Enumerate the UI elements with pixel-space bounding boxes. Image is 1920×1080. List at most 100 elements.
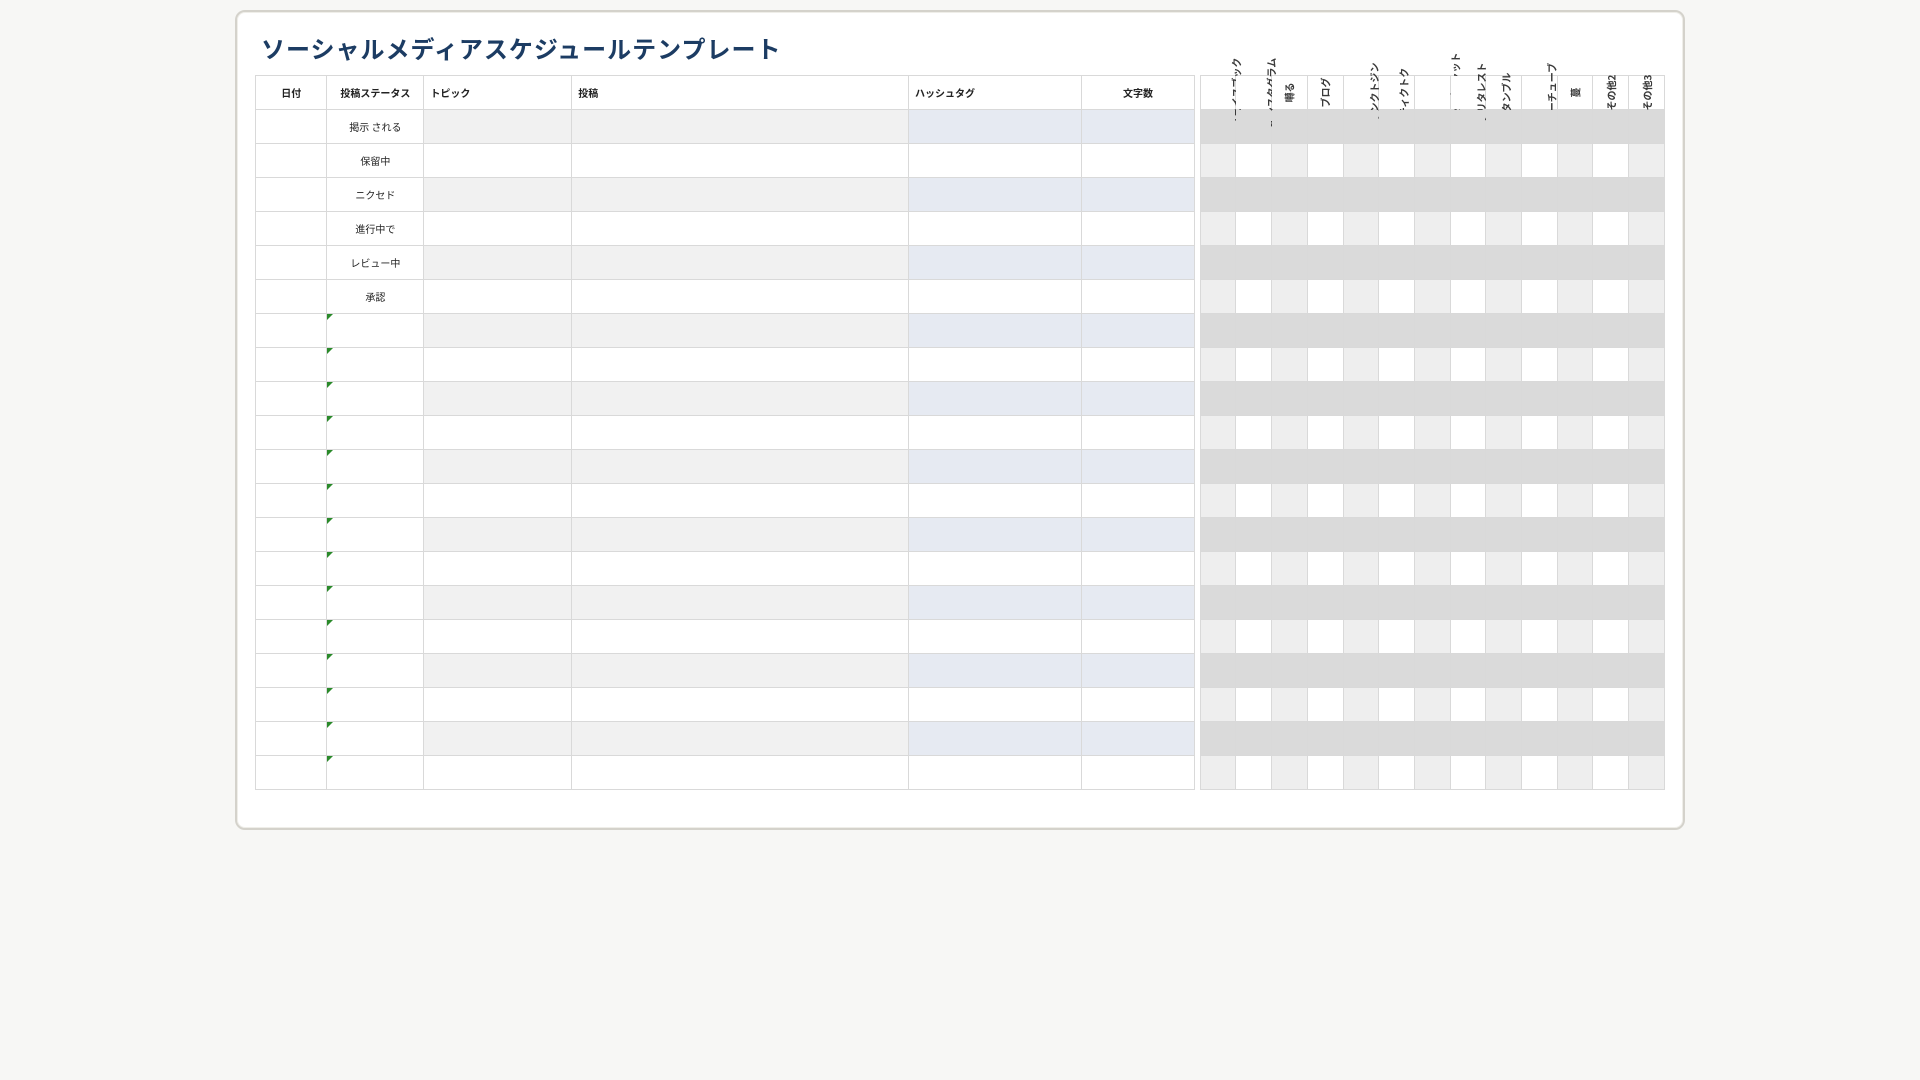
cell-platform[interactable] [1450, 484, 1486, 518]
cell-platform[interactable] [1522, 586, 1558, 620]
cell-platform[interactable] [1379, 688, 1415, 722]
cell-platform[interactable] [1236, 144, 1272, 178]
cell-post[interactable] [572, 620, 909, 654]
cell-platform[interactable] [1593, 212, 1629, 246]
cell-platform[interactable] [1593, 314, 1629, 348]
cell-chars[interactable] [1082, 450, 1194, 484]
cell-platform[interactable] [1343, 552, 1379, 586]
cell-post[interactable] [572, 144, 909, 178]
cell-hashtag[interactable] [908, 348, 1081, 382]
cell-platform[interactable] [1343, 110, 1379, 144]
cell-platform[interactable] [1629, 654, 1665, 688]
cell-platform[interactable] [1200, 518, 1236, 552]
cell-platform[interactable] [1522, 654, 1558, 688]
cell-status[interactable] [327, 518, 424, 552]
cell-platform[interactable] [1236, 552, 1272, 586]
cell-platform[interactable] [1379, 620, 1415, 654]
cell-platform[interactable] [1236, 178, 1272, 212]
cell-platform[interactable] [1486, 552, 1522, 586]
cell-hashtag[interactable] [908, 586, 1081, 620]
cell-status[interactable] [327, 688, 424, 722]
cell-status[interactable]: 承認 [327, 280, 424, 314]
cell-platform[interactable] [1307, 484, 1343, 518]
cell-date[interactable] [256, 722, 327, 756]
cell-platform[interactable] [1272, 246, 1308, 280]
cell-chars[interactable] [1082, 722, 1194, 756]
cell-platform[interactable] [1200, 450, 1236, 484]
cell-platform[interactable] [1414, 756, 1450, 790]
cell-platform[interactable] [1629, 484, 1665, 518]
cell-platform[interactable] [1450, 144, 1486, 178]
cell-platform[interactable] [1557, 722, 1593, 756]
cell-hashtag[interactable] [908, 450, 1081, 484]
cell-platform[interactable] [1522, 620, 1558, 654]
cell-platform[interactable] [1629, 552, 1665, 586]
cell-platform[interactable] [1486, 654, 1522, 688]
cell-platform[interactable] [1236, 212, 1272, 246]
cell-chars[interactable] [1082, 314, 1194, 348]
cell-topic[interactable] [424, 416, 572, 450]
cell-platform[interactable] [1450, 382, 1486, 416]
cell-platform[interactable] [1557, 518, 1593, 552]
cell-platform[interactable] [1343, 688, 1379, 722]
cell-hashtag[interactable] [908, 518, 1081, 552]
cell-platform[interactable] [1629, 756, 1665, 790]
cell-platform[interactable] [1379, 348, 1415, 382]
cell-hashtag[interactable] [908, 552, 1081, 586]
cell-post[interactable] [572, 484, 909, 518]
cell-chars[interactable] [1082, 416, 1194, 450]
cell-platform[interactable] [1307, 586, 1343, 620]
cell-platform[interactable] [1522, 756, 1558, 790]
cell-platform[interactable] [1593, 586, 1629, 620]
cell-topic[interactable] [424, 280, 572, 314]
cell-platform[interactable] [1343, 212, 1379, 246]
cell-platform[interactable] [1307, 518, 1343, 552]
cell-post[interactable] [572, 688, 909, 722]
cell-platform[interactable] [1557, 654, 1593, 688]
cell-platform[interactable] [1379, 654, 1415, 688]
cell-post[interactable] [572, 314, 909, 348]
cell-platform[interactable] [1414, 110, 1450, 144]
cell-chars[interactable] [1082, 620, 1194, 654]
cell-platform[interactable] [1557, 620, 1593, 654]
cell-status[interactable]: レビュー中 [327, 246, 424, 280]
cell-platform[interactable] [1379, 246, 1415, 280]
cell-platform[interactable] [1414, 654, 1450, 688]
cell-platform[interactable] [1414, 450, 1450, 484]
cell-platform[interactable] [1307, 382, 1343, 416]
cell-platform[interactable] [1557, 348, 1593, 382]
cell-platform[interactable] [1379, 212, 1415, 246]
cell-platform[interactable] [1379, 144, 1415, 178]
cell-platform[interactable] [1343, 416, 1379, 450]
cell-platform[interactable] [1200, 144, 1236, 178]
cell-platform[interactable] [1629, 314, 1665, 348]
cell-topic[interactable] [424, 688, 572, 722]
cell-platform[interactable] [1379, 382, 1415, 416]
cell-platform[interactable] [1343, 756, 1379, 790]
cell-hashtag[interactable] [908, 484, 1081, 518]
cell-platform[interactable] [1414, 620, 1450, 654]
cell-hashtag[interactable] [908, 688, 1081, 722]
cell-platform[interactable] [1236, 416, 1272, 450]
cell-platform[interactable] [1236, 688, 1272, 722]
cell-status[interactable] [327, 654, 424, 688]
cell-platform[interactable] [1236, 246, 1272, 280]
cell-platform[interactable] [1272, 110, 1308, 144]
cell-platform[interactable] [1236, 484, 1272, 518]
cell-platform[interactable] [1629, 586, 1665, 620]
cell-topic[interactable] [424, 246, 572, 280]
cell-platform[interactable] [1379, 450, 1415, 484]
cell-status[interactable] [327, 756, 424, 790]
cell-platform[interactable] [1486, 246, 1522, 280]
cell-platform[interactable] [1200, 654, 1236, 688]
cell-topic[interactable] [424, 314, 572, 348]
cell-platform[interactable] [1629, 518, 1665, 552]
cell-platform[interactable] [1522, 178, 1558, 212]
cell-date[interactable] [256, 620, 327, 654]
cell-topic[interactable] [424, 484, 572, 518]
cell-platform[interactable] [1414, 722, 1450, 756]
cell-hashtag[interactable] [908, 144, 1081, 178]
cell-status[interactable] [327, 722, 424, 756]
cell-platform[interactable] [1236, 620, 1272, 654]
cell-platform[interactable] [1486, 518, 1522, 552]
